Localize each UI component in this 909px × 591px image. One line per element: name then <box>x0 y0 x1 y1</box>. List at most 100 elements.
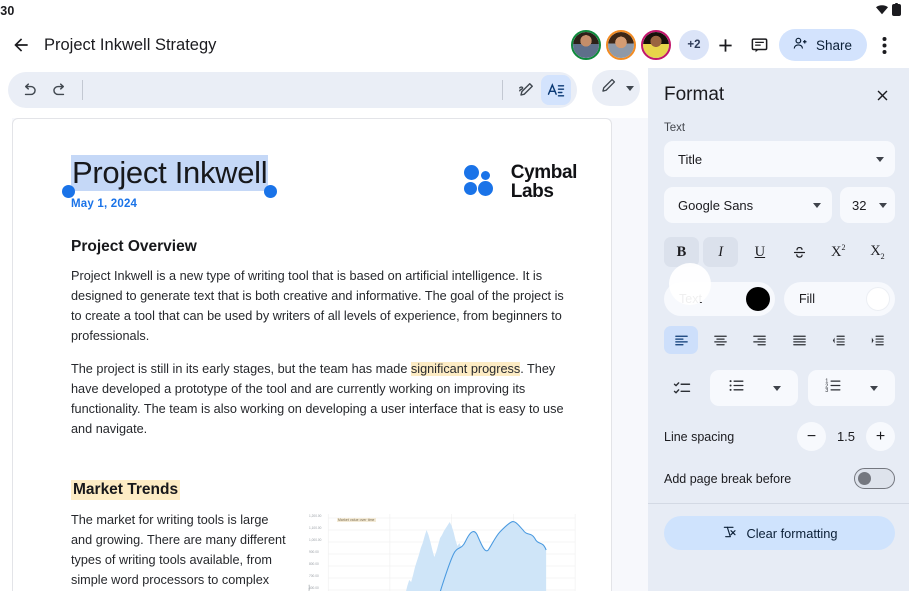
align-justify-button[interactable] <box>782 326 816 354</box>
fill-color-chip[interactable]: Fill <box>784 282 895 316</box>
paragraph-with-highlight[interactable]: The project is still in its early stages… <box>71 359 577 439</box>
redo-icon[interactable] <box>44 75 74 105</box>
undo-icon[interactable] <box>14 75 44 105</box>
align-center-button[interactable] <box>703 326 737 354</box>
font-row: Google Sans 32 <box>664 187 895 233</box>
plus-icon[interactable] <box>709 28 743 62</box>
subscript-button[interactable]: X2 <box>860 237 895 267</box>
editor-column: Project Inkwell May 1, 2024 Cymbal Labs … <box>0 68 648 591</box>
share-button[interactable]: Share <box>778 29 867 61</box>
text-color-swatch[interactable] <box>746 287 770 311</box>
page-title[interactable]: Project Inkwell Strategy <box>44 36 216 55</box>
app-root: :30 Project Inkwell Strategy <box>0 0 909 591</box>
status-bar: :30 <box>0 0 909 22</box>
text-format-icon[interactable] <box>541 75 571 105</box>
paragraph-style-select[interactable]: Title <box>664 141 895 177</box>
ink-pen-icon[interactable] <box>511 75 541 105</box>
clear-formatting-label: Clear formatting <box>746 525 838 541</box>
chart-ytick: 800.00 <box>309 562 319 567</box>
alignment-row <box>664 326 895 354</box>
selection-handle-start[interactable] <box>62 184 75 198</box>
document-date[interactable]: May 1, 2024 <box>71 198 268 210</box>
color-row: Text Fill <box>664 282 895 316</box>
chevron-down-icon <box>870 385 879 391</box>
avatar[interactable] <box>605 30 636 60</box>
avatar-image <box>607 32 634 58</box>
section-heading-market-trends[interactable]: Market Trends <box>71 480 181 501</box>
numbered-list-icon: 123 <box>824 376 843 400</box>
italic-button[interactable]: I <box>703 237 739 267</box>
line-spacing-decrease-button[interactable]: − <box>797 422 826 451</box>
bold-button[interactable]: B <box>664 237 699 267</box>
checklist-icon[interactable] <box>664 371 700 405</box>
subscript-glyph: X2 <box>870 243 885 261</box>
avatar-overflow-count[interactable]: +2 <box>678 30 709 60</box>
chart-ytick: 700.00 <box>309 574 319 579</box>
chart-ytick: 1,200.00 <box>309 514 322 519</box>
text-color-chip[interactable]: Text <box>664 282 775 316</box>
avatar-image <box>572 32 599 58</box>
align-left-button[interactable] <box>664 326 698 354</box>
chart-ytick: 900.00 <box>309 550 319 555</box>
bold-glyph: B <box>676 243 687 260</box>
superscript-button[interactable]: X2 <box>821 237 856 267</box>
collaborator-avatars: +2 <box>570 30 709 60</box>
clear-formatting-button[interactable]: Clear formatting <box>664 516 895 550</box>
comment-icon[interactable] <box>743 28 777 62</box>
line-spacing-row: Line spacing − 1.5 + <box>664 422 895 451</box>
underline-button[interactable]: U <box>742 237 777 267</box>
chart-svg <box>327 514 576 591</box>
line-spacing-increase-button[interactable]: + <box>866 422 895 451</box>
text-style-row: B I U X2 X2 <box>664 237 895 267</box>
pen-tool-button[interactable] <box>592 70 640 106</box>
bulleted-list-icon <box>727 376 746 400</box>
chevron-down-icon <box>813 202 821 208</box>
numbered-list-button[interactable]: 123 <box>807 370 895 406</box>
document-title-text: Project Inkwell <box>72 155 268 190</box>
status-clock: :30 <box>0 4 15 18</box>
toggle-knob <box>858 471 871 485</box>
section-heading-overview[interactable]: Project Overview <box>71 238 197 256</box>
align-right-button[interactable] <box>743 326 777 354</box>
document-page[interactable]: Project Inkwell May 1, 2024 Cymbal Labs … <box>12 118 612 591</box>
indent-increase-button[interactable] <box>861 326 895 354</box>
strikethrough-button[interactable] <box>782 237 817 267</box>
status-indicators <box>875 3 901 19</box>
paragraph[interactable]: The market for writing tools is large an… <box>71 510 289 591</box>
bulleted-list-button[interactable] <box>710 370 798 406</box>
wifi-icon <box>875 4 889 18</box>
line-spacing-label: Line spacing <box>664 429 735 444</box>
line-spacing-value: 1.5 <box>836 429 856 444</box>
market-trends-chart-column: Market value over time 1,200.00 1,100.00… <box>307 510 577 591</box>
chart-title: Market value over time <box>337 518 376 523</box>
fill-color-label: Fill <box>799 292 815 306</box>
logo-line-1: Cymbal <box>510 162 578 183</box>
chevron-down-icon <box>772 385 781 391</box>
pencil-icon <box>599 76 618 100</box>
document-title[interactable]: Project Inkwell <box>62 155 278 198</box>
paragraph[interactable]: Project Inkwell is a new type of writing… <box>71 266 577 346</box>
avatar[interactable] <box>640 30 671 60</box>
page-break-label: Add page break before <box>664 471 792 486</box>
close-icon[interactable] <box>869 82 895 108</box>
avatar[interactable] <box>570 30 601 60</box>
market-chart[interactable]: Market value over time 1,200.00 1,100.00… <box>307 510 577 591</box>
underline-glyph: U <box>754 243 766 260</box>
font-size-value: 32 <box>852 197 867 213</box>
font-family-select[interactable]: Google Sans <box>664 187 832 223</box>
editor-toolbar-row <box>0 68 648 108</box>
document-title-block: Project Inkwell May 1, 2024 <box>62 155 278 210</box>
indent-decrease-button[interactable] <box>822 326 856 354</box>
editor-toolbar <box>8 72 577 108</box>
chart-ylabel: Value <box>307 584 311 591</box>
logo-dots-icon <box>463 165 502 199</box>
document-canvas[interactable]: Project Inkwell May 1, 2024 Cymbal Labs … <box>12 118 648 591</box>
superscript-glyph: X2 <box>831 243 846 260</box>
font-size-select[interactable]: 32 <box>840 187 895 223</box>
back-arrow-icon[interactable] <box>4 28 38 62</box>
selection-handle-end[interactable] <box>264 184 278 198</box>
more-vert-icon[interactable] <box>867 28 901 62</box>
italic-glyph: I <box>718 243 724 260</box>
page-break-toggle[interactable] <box>854 468 895 489</box>
fill-color-swatch[interactable] <box>866 287 890 311</box>
